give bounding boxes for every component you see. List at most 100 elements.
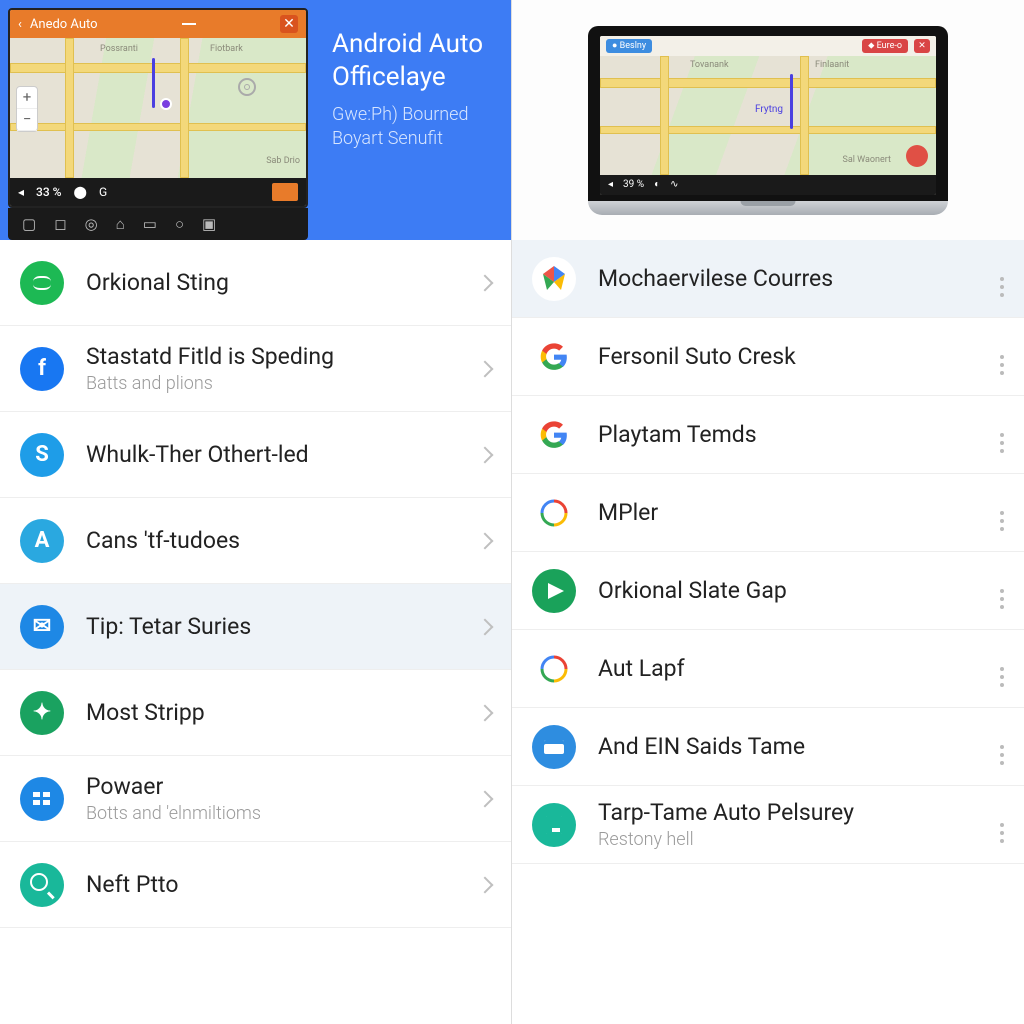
globe-icon[interactable]: G: [99, 185, 107, 199]
list-item[interactable]: Orkional Sting: [0, 240, 511, 326]
nav-back-icon[interactable]: ◂: [608, 179, 613, 190]
s-icon: S: [20, 433, 64, 477]
right-column: ● Beslny ⬥ Eure-o ✕ Tovanank Finlaanit S…: [512, 0, 1024, 1024]
app-tile-icon[interactable]: [272, 183, 298, 201]
back-icon[interactable]: ‹: [18, 17, 22, 32]
list-item-subtitle: Batts and plions: [86, 373, 457, 394]
list-item[interactable]: Playtam Temds: [512, 396, 1024, 474]
list-item-title: Most Stripp: [86, 699, 457, 727]
list-item-title: And EIN Saids Tame: [598, 733, 978, 761]
left-column: ‹ Anedo Auto ✕ Possranti Fiotbark Sab Dr…: [0, 0, 512, 1024]
list-item[interactable]: PowaerBotts and 'elnmiltioms: [0, 756, 511, 842]
system-tray: ▢ ◻ ◎ ⌂ ▭ ○ ▣: [8, 208, 308, 240]
nav-back-icon[interactable]: ◂: [18, 185, 24, 199]
map-title: Anedo Auto: [30, 17, 98, 32]
grid-icon: [20, 777, 64, 821]
list-item-title: Tip: Tetar Suries: [86, 613, 457, 641]
more-icon[interactable]: [1000, 511, 1004, 515]
chevron-right-icon[interactable]: [479, 879, 491, 891]
hero-right: ● Beslny ⬥ Eure-o ✕ Tovanank Finlaanit S…: [512, 0, 1024, 240]
list-item-title: Aut Lapf: [598, 655, 978, 683]
list-item-title: Fersonil Suto Cresk: [598, 343, 978, 371]
list-item[interactable]: ✦ Most Stripp: [0, 670, 511, 756]
list-item[interactable]: fStastatd Fitld is SpedingBatts and plio…: [0, 326, 511, 412]
battery-percent: 33 %: [36, 185, 61, 199]
fab-icon[interactable]: [906, 145, 928, 167]
hero-line-2: Boyart Senufit: [332, 127, 497, 151]
g-icon: [532, 413, 576, 457]
sheet-icon: [532, 803, 576, 847]
minimize-icon[interactable]: [182, 23, 196, 25]
g-icon: [532, 335, 576, 379]
tray-ring-icon[interactable]: ○: [175, 215, 184, 233]
laptop-bottombar: ◂ 39 % ◐ ∿: [600, 175, 936, 195]
list-item-title: Orkional Sting: [86, 269, 457, 297]
run-icon: ✦: [20, 691, 64, 735]
list-item[interactable]: Mochaervilese Courres: [512, 240, 1024, 318]
zoom-control[interactable]: +−: [16, 86, 38, 132]
list-item[interactable]: Fersonil Suto Cresk: [512, 318, 1024, 396]
list-item-title: Orkional Slate Gap: [598, 577, 978, 605]
tray-shield-icon[interactable]: ◎: [85, 215, 98, 233]
zoom-in-icon: +: [17, 87, 37, 109]
dot-icon[interactable]: ◐: [654, 179, 660, 190]
list-item-subtitle: Restony hell: [598, 829, 978, 850]
list-item-title: Tarp-Tame Auto Pelsurey: [598, 799, 978, 827]
battery-percent: 39 %: [623, 179, 644, 190]
list-item[interactable]: Aut Lapf: [512, 630, 1024, 708]
list-item-subtitle: Botts and 'elnmiltioms: [86, 803, 457, 824]
list-item[interactable]: Neft Ptto: [0, 842, 511, 928]
list-item[interactable]: ✉Tip: Tetar Suries: [0, 584, 511, 670]
list-item[interactable]: A Cans 'tf-tudoes: [0, 498, 511, 584]
laptop-close-icon[interactable]: ✕: [914, 39, 930, 53]
more-icon[interactable]: [1000, 277, 1004, 281]
list-item[interactable]: MPler: [512, 474, 1024, 552]
more-icon[interactable]: [1000, 433, 1004, 437]
list-item[interactable]: Tarp-Tame Auto PelsureyRestony hell: [512, 786, 1024, 864]
target-icon: [238, 78, 256, 96]
list-item-title: Mochaervilese Courres: [598, 265, 978, 293]
map-preview: ‹ Anedo Auto ✕ Possranti Fiotbark Sab Dr…: [8, 8, 308, 208]
chevron-right-icon[interactable]: [479, 449, 491, 461]
tray-card-icon[interactable]: ▭: [143, 215, 157, 233]
chevron-right-icon[interactable]: [479, 793, 491, 805]
more-icon[interactable]: [1000, 745, 1004, 749]
hero-text: Android Auto Officelaye Gwe:Ph) Bourned …: [316, 0, 511, 240]
hero-heading-1: Android Auto: [332, 28, 497, 61]
c-icon: [532, 491, 576, 535]
send-icon: [532, 569, 576, 613]
more-icon[interactable]: [1000, 823, 1004, 827]
zoom-out-icon: −: [17, 109, 37, 131]
close-icon[interactable]: ✕: [280, 15, 298, 33]
tray-bag-icon[interactable]: ⌂: [116, 215, 125, 233]
list-item-title: Cans 'tf-tudoes: [86, 527, 457, 555]
chevron-right-icon[interactable]: [479, 535, 491, 547]
laptop-base: [588, 201, 948, 215]
a-icon: A: [20, 519, 64, 563]
chevron-right-icon[interactable]: [479, 277, 491, 289]
tray-monitor-icon[interactable]: ▢: [22, 215, 36, 233]
str-icon[interactable]: ∿: [670, 179, 678, 190]
more-icon[interactable]: [1000, 589, 1004, 593]
chevron-right-icon[interactable]: [479, 621, 491, 633]
chevron-right-icon[interactable]: [479, 363, 491, 375]
list-item-title: Neft Ptto: [86, 871, 457, 899]
map-bottombar: ◂ 33 % ⬤ G: [10, 178, 306, 206]
tray-tab-icon[interactable]: ◻: [54, 215, 66, 233]
chevron-right-icon[interactable]: [479, 707, 491, 719]
more-icon[interactable]: [1000, 667, 1004, 671]
list-item[interactable]: Orkional Slate Gap: [512, 552, 1024, 630]
list-item[interactable]: And EIN Saids Tame: [512, 708, 1024, 786]
list-item-title: Stastatd Fitld is Speding: [86, 343, 457, 371]
laptop-map[interactable]: Tovanank Finlaanit Sal Waonert Frytng: [600, 56, 936, 175]
mic-icon[interactable]: ⬤: [74, 185, 87, 199]
tray-cam-icon[interactable]: ▣: [202, 215, 216, 233]
c-icon: [532, 647, 576, 691]
hero-heading-2: Officelaye: [332, 61, 497, 94]
laptop-warn-badge: ⬥ Eure-o: [862, 39, 908, 53]
more-icon[interactable]: [1000, 355, 1004, 359]
list-item-title: MPler: [598, 499, 978, 527]
list-item[interactable]: SWhulk-Ther Othert-led: [0, 412, 511, 498]
map-canvas[interactable]: Possranti Fiotbark Sab Drio +−: [10, 38, 306, 178]
hero-line-1: Gwe:Ph) Bourned: [332, 103, 497, 127]
